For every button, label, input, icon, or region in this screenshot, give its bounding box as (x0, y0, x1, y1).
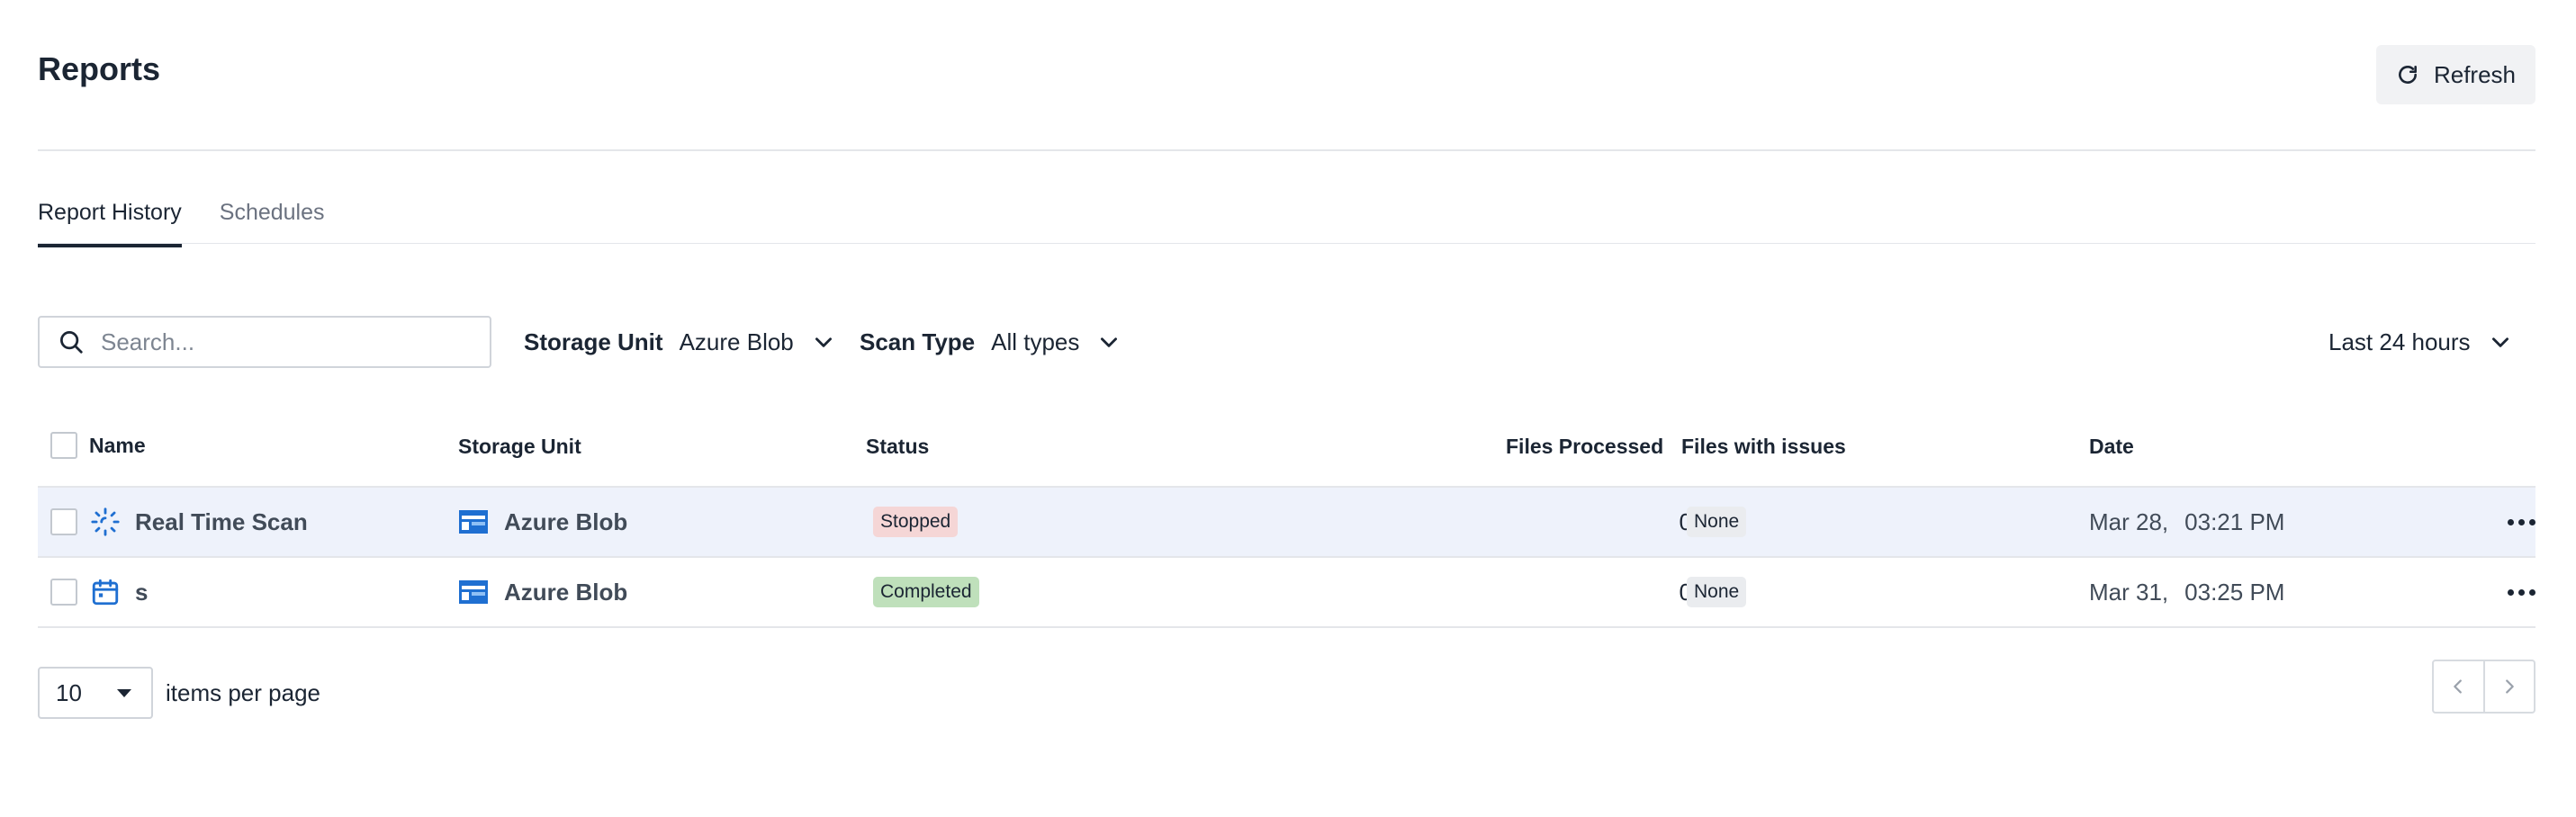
search-input[interactable] (101, 328, 479, 356)
items-per-page-value: 10 (56, 678, 82, 706)
row-more-actions-icon[interactable] (2508, 488, 2535, 556)
issues-badge: None (1687, 507, 1747, 537)
page-title: Reports (38, 50, 161, 87)
tab-report-history[interactable]: Report History (38, 200, 182, 247)
row-name-cell[interactable]: Real Time Scan (90, 488, 308, 556)
row-issues-cell: None (1687, 558, 1747, 626)
row-storage-cell: Azure Blob (459, 558, 627, 626)
caret-down-icon (117, 688, 131, 697)
column-header-status[interactable]: Status (866, 435, 929, 459)
chevron-down-icon (2491, 337, 2508, 347)
storage-unit-filter-label: Storage Unit (524, 328, 663, 355)
refresh-icon (2399, 66, 2417, 84)
row-issues-cell: None (1687, 488, 1747, 556)
row-time: 03:21 PM (2184, 507, 2285, 535)
row-name: s (135, 578, 149, 606)
items-per-page-label: items per page (166, 679, 320, 706)
row-files-processed: 0 (1679, 507, 1692, 535)
chevron-right-icon (2505, 679, 2514, 694)
select-all-checkbox[interactable] (50, 432, 77, 459)
realtime-scan-icon (90, 507, 121, 537)
chevron-down-icon (815, 337, 832, 347)
pagination-controls (2432, 660, 2535, 714)
tabs-divider (38, 243, 2535, 244)
refresh-label: Refresh (2433, 60, 2517, 88)
row-date: Mar 31, (2089, 578, 2169, 606)
azure-blob-icon (459, 580, 488, 604)
column-header-storage-unit[interactable]: Storage Unit (458, 435, 581, 459)
row-date-cell: Mar 31, 03:25 PM (2089, 558, 2284, 626)
scan-type-filter-label: Scan Type (860, 328, 976, 355)
storage-unit-filter[interactable]: Storage Unit Azure Blob (524, 325, 835, 359)
row-checkbox[interactable] (50, 579, 77, 606)
tab-schedules[interactable]: Schedules (220, 200, 325, 247)
row-checkbox[interactable] (50, 508, 77, 535)
tab-bar: Report History Schedules (38, 200, 325, 247)
row-status-cell: Completed (873, 558, 979, 626)
refresh-button[interactable]: Refresh (2376, 45, 2535, 104)
row-date-cell: Mar 28, 03:21 PM (2089, 488, 2284, 556)
table-row[interactable]: s Azure Blob Completed 0 None Mar 31, 03… (38, 558, 2535, 628)
column-header-name[interactable]: Name (89, 434, 146, 458)
row-date: Mar 28, (2089, 507, 2169, 535)
status-badge: Stopped (873, 507, 959, 537)
storage-unit-filter-value: Azure Blob (679, 328, 794, 355)
azure-blob-icon (459, 510, 488, 534)
time-range-filter[interactable]: Last 24 hours (2328, 325, 2512, 359)
row-name: Real Time Scan (135, 507, 308, 535)
items-per-page-select[interactable]: 10 (38, 667, 153, 719)
time-range-filter-value: Last 24 hours (2328, 328, 2471, 355)
row-more-actions-icon[interactable] (2508, 558, 2535, 626)
row-time: 03:25 PM (2184, 578, 2285, 606)
search-box (38, 316, 491, 368)
table-row[interactable]: Real Time Scan Azure Blob Stopped 0 None… (38, 488, 2535, 558)
row-files-processed: 0 (1679, 578, 1692, 606)
row-storage-unit: Azure Blob (504, 507, 628, 535)
previous-page-button[interactable] (2434, 661, 2483, 712)
header-divider (38, 149, 2535, 151)
row-name-cell[interactable]: s (90, 558, 148, 626)
issues-badge: None (1687, 577, 1747, 607)
status-badge: Completed (873, 577, 979, 607)
calendar-icon (90, 577, 121, 607)
scan-type-filter-value: All types (991, 328, 1080, 355)
row-storage-cell: Azure Blob (459, 488, 627, 556)
column-header-files-with-issues[interactable]: Files with issues (1681, 435, 1846, 459)
chevron-down-icon (1101, 337, 1118, 347)
column-header-files-processed[interactable]: Files Processed (1506, 435, 1663, 459)
next-page-button[interactable] (2482, 661, 2535, 712)
row-storage-unit: Azure Blob (504, 578, 628, 606)
search-icon (60, 331, 83, 354)
row-status-cell: Stopped (873, 488, 959, 556)
column-header-date[interactable]: Date (2089, 435, 2134, 459)
scan-type-filter[interactable]: Scan Type All types (860, 325, 1121, 359)
chevron-left-icon (2454, 679, 2463, 694)
